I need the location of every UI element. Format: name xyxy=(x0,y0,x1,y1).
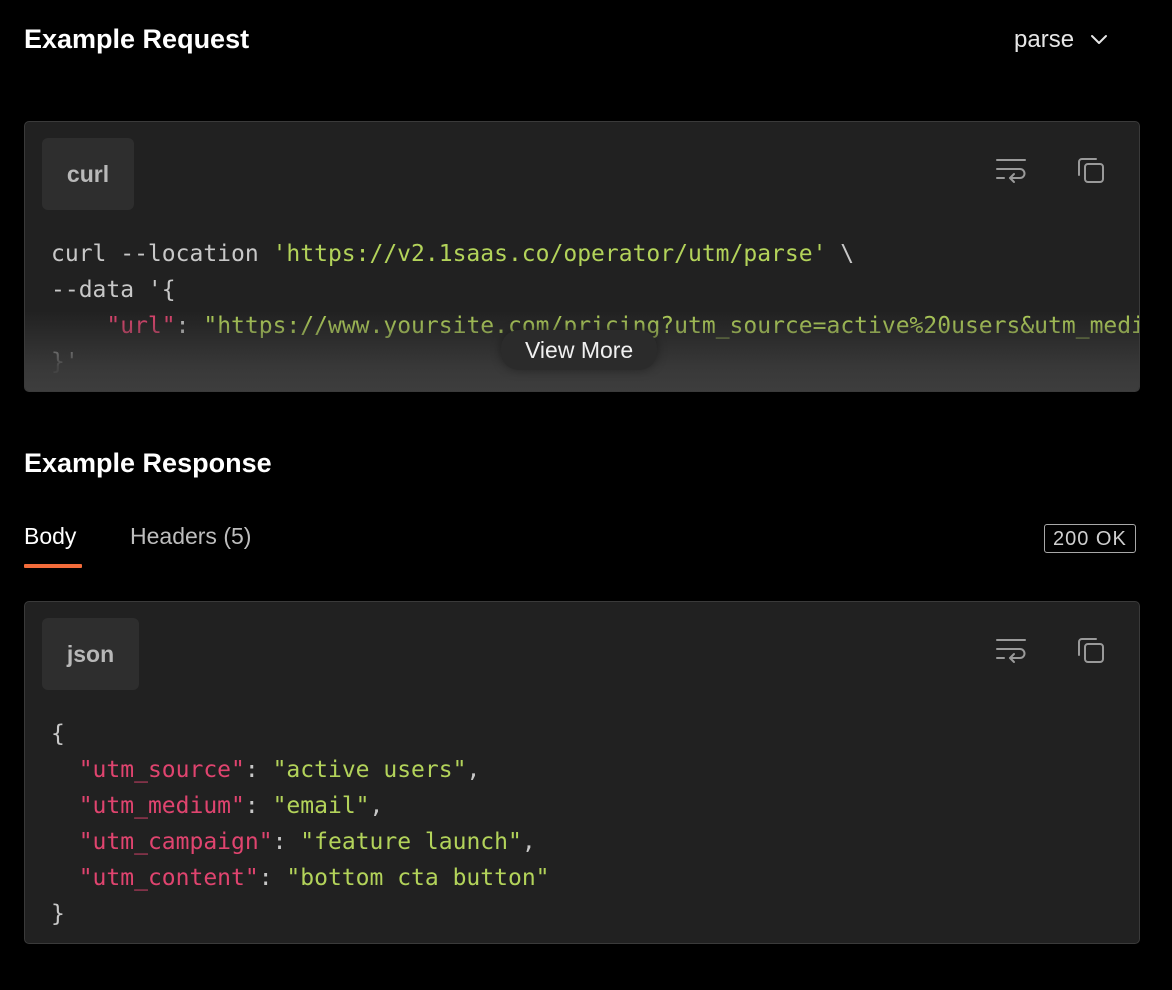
code-token: "https://www.yoursite.com/pricing?utm_so… xyxy=(203,313,1140,339)
response-wrap-button[interactable] xyxy=(991,630,1031,670)
wrap-text-icon xyxy=(995,636,1027,664)
response-section-title: Example Response xyxy=(24,448,272,478)
code-token: --data '{ xyxy=(51,277,176,303)
code-token: "utm_campaign" xyxy=(78,829,273,855)
endpoint-dropdown[interactable]: parse xyxy=(1014,26,1108,54)
code-token: } xyxy=(51,901,65,927)
copy-icon xyxy=(1076,635,1106,665)
code-token: : xyxy=(258,865,287,891)
code-token: 'https://v2.1saas.co/operator/utm/parse' xyxy=(272,241,827,267)
code-token: \ xyxy=(826,241,855,267)
code-line: } xyxy=(51,896,550,932)
code-line: "utm_medium": "email", xyxy=(51,788,550,824)
request-language-label: curl xyxy=(42,138,134,210)
endpoint-dropdown-value: parse xyxy=(1014,26,1075,53)
response-code-block: { "utm_source": "active users", "utm_med… xyxy=(51,716,550,932)
response-code-card: json { "utm_source": "active users", "ut… xyxy=(24,601,1140,944)
status-badge: 200 OK xyxy=(1044,524,1136,553)
tab-body-active-indicator xyxy=(24,564,82,568)
code-token: }' xyxy=(51,349,79,375)
code-line: curl --location 'https://v2.1saas.co/ope… xyxy=(51,236,1139,272)
code-line: "utm_campaign": "feature launch", xyxy=(51,824,550,860)
code-token: , xyxy=(466,757,481,783)
code-token: : xyxy=(244,793,273,819)
request-section-title: Example Request xyxy=(24,24,250,54)
code-line: "utm_content": "bottom cta button" xyxy=(51,860,550,896)
code-token: "utm_medium" xyxy=(78,793,245,819)
view-more-button[interactable]: View More xyxy=(501,330,658,370)
wrap-text-icon xyxy=(995,156,1027,184)
response-copy-button[interactable] xyxy=(1071,630,1111,670)
code-token: "active users" xyxy=(272,757,467,783)
request-code-card: curl curl --location 'https://v2.1saas.c… xyxy=(24,121,1140,392)
code-line: "utm_source": "active users", xyxy=(51,752,550,788)
request-copy-button[interactable] xyxy=(1071,150,1111,190)
code-token: "utm_source" xyxy=(78,757,245,783)
code-token: { xyxy=(51,721,65,747)
tab-body[interactable]: Body xyxy=(24,523,76,550)
code-token: "url" xyxy=(106,313,176,339)
copy-icon xyxy=(1076,155,1106,185)
tab-headers[interactable]: Headers (5) xyxy=(130,523,251,550)
code-token: , xyxy=(369,793,384,819)
response-language-label: json xyxy=(42,618,139,690)
code-token: , xyxy=(521,829,536,855)
code-line: --data '{ xyxy=(51,272,1139,308)
code-token: curl --location xyxy=(51,241,273,267)
code-token: : xyxy=(272,829,301,855)
code-token: "email" xyxy=(272,793,370,819)
request-wrap-button[interactable] xyxy=(991,150,1031,190)
code-token: "feature launch" xyxy=(300,829,522,855)
code-token: "utm_content" xyxy=(78,865,259,891)
code-token: : xyxy=(244,757,273,783)
code-line: { xyxy=(51,716,550,752)
chevron-down-icon xyxy=(1090,34,1108,46)
code-token: : xyxy=(175,313,204,339)
code-token: "bottom cta button" xyxy=(286,865,550,891)
